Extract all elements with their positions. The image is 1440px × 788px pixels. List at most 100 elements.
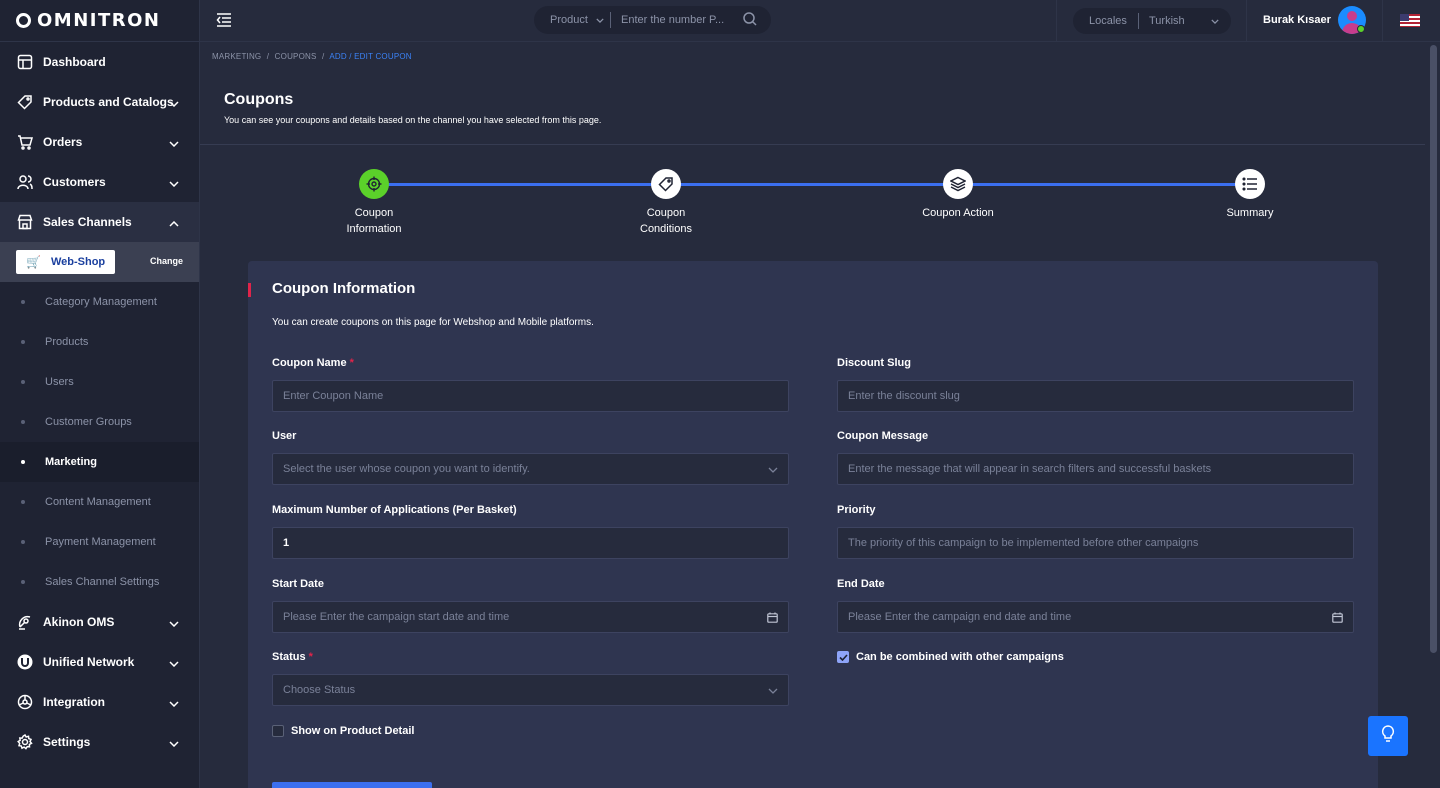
layout-icon	[16, 53, 34, 71]
sidebar-item-label: Orders	[43, 135, 83, 149]
sales-channel-selector: 🛒 Web-Shop Change	[0, 242, 199, 282]
layers-icon	[943, 169, 973, 199]
divider	[1056, 0, 1057, 42]
start-date-input[interactable]: Please Enter the campaign start date and…	[272, 601, 789, 633]
gear-icon	[16, 733, 34, 751]
breadcrumb-item[interactable]: MARKETING	[212, 52, 261, 61]
locale-label: Locales	[1073, 13, 1139, 29]
sidebar-item-label: Customers	[43, 175, 106, 189]
sidebar-subitem[interactable]: Category Management	[0, 282, 199, 322]
cart-icon	[16, 133, 34, 151]
main-content: MARKETING / COUPONS / ADD / EDIT COUPON …	[200, 43, 1425, 788]
step-label: Summary	[1226, 207, 1274, 219]
target-icon	[359, 169, 389, 199]
breadcrumb-item[interactable]: COUPONS	[275, 52, 317, 61]
avatar-head	[1347, 11, 1357, 21]
sidebar-item-dashboard[interactable]: Dashboard	[0, 42, 199, 82]
end-date-placeholder: Please Enter the campaign end date and t…	[848, 611, 1072, 623]
app-logo[interactable]: OMNITRON	[0, 0, 199, 42]
user-name[interactable]: Burak Kısaer	[1263, 14, 1331, 26]
coupon-name-label: Coupon Name *	[272, 357, 354, 369]
sidebar-subitem-label: Payment Management	[45, 536, 156, 548]
help-button[interactable]	[1368, 716, 1408, 756]
sidebar-item-integration[interactable]: Integration	[0, 682, 199, 722]
show-on-product-detail-checkbox[interactable]	[272, 725, 284, 737]
step-coupon-conditions[interactable]: Coupon Conditions	[596, 169, 736, 237]
sidebar-item-akinon-oms[interactable]: Akinon OMS	[0, 602, 199, 642]
priority-input[interactable]: The priority of this campaign to be impl…	[837, 527, 1354, 559]
bullet-icon	[21, 380, 25, 384]
checkmark-icon	[838, 653, 848, 661]
sidebar-item-label: Unified Network	[43, 655, 135, 669]
locale-select[interactable]: Locales Turkish	[1073, 8, 1231, 34]
page-scrollbar[interactable]	[1427, 43, 1440, 788]
online-status-dot	[1357, 25, 1365, 33]
status-select[interactable]: Choose Status	[272, 674, 789, 706]
sidebar-subitem[interactable]: Products	[0, 322, 199, 362]
step-label: Coupon Action	[922, 207, 994, 219]
coupon-information-card: Coupon Information You can create coupon…	[248, 261, 1378, 788]
search-type-select[interactable]: Product	[534, 12, 611, 28]
change-channel-link[interactable]: Change	[150, 256, 183, 266]
bullet-icon	[21, 420, 25, 424]
sidebar-subitem-marketing[interactable]: Marketing	[0, 442, 199, 482]
sidebar-subitem-label: Products	[45, 336, 89, 348]
chevron-down-icon	[169, 176, 179, 190]
next-step-button[interactable]	[272, 782, 432, 788]
sidebar-item-label: Products and Catalogs	[43, 95, 174, 109]
sidebar-subitem[interactable]: Users	[0, 362, 199, 402]
priority-label: Priority	[837, 504, 876, 516]
combine-campaigns-checkbox[interactable]	[837, 651, 849, 663]
step-coupon-action[interactable]: Coupon Action	[888, 169, 1028, 221]
sidebar-subitem-label: Users	[45, 376, 74, 388]
sidebar-subitem[interactable]: Sales Channel Settings	[0, 562, 199, 602]
max-applications-input[interactable]: 1	[272, 527, 789, 559]
integration-icon	[16, 693, 34, 711]
flag-icon[interactable]	[1400, 14, 1420, 27]
scrollbar-thumb[interactable]	[1430, 45, 1437, 653]
sidebar-subitem-label: Content Management	[45, 496, 151, 508]
chevron-down-icon	[169, 736, 179, 750]
sidebar-item-label: Sales Channels	[43, 215, 132, 229]
sidebar-item-orders[interactable]: Orders	[0, 122, 199, 162]
sidebar-item-settings[interactable]: Settings	[0, 722, 199, 762]
step-coupon-information[interactable]: Coupon Information	[304, 169, 444, 237]
search-input[interactable]: Enter the number P...	[611, 14, 743, 26]
calendar-icon[interactable]	[1332, 612, 1343, 626]
users-icon	[16, 173, 34, 191]
sidebar-item-label: Settings	[43, 735, 91, 749]
chevron-down-icon	[768, 685, 778, 697]
start-date-placeholder: Please Enter the campaign start date and…	[283, 611, 510, 623]
chevron-down-icon	[169, 136, 179, 150]
coupon-message-input[interactable]: Enter the message that will appear in se…	[837, 453, 1354, 485]
bullet-icon	[21, 500, 25, 504]
step-summary[interactable]: Summary	[1180, 169, 1320, 221]
chevron-down-icon	[169, 696, 179, 710]
section-description: You can create coupons on this page for …	[272, 317, 594, 328]
discount-slug-label: Discount Slug	[837, 357, 911, 369]
discount-slug-input[interactable]: Enter the discount slug	[837, 380, 1354, 412]
sidebar-item-customers[interactable]: Customers	[0, 162, 199, 202]
channel-web-shop-button[interactable]: 🛒 Web-Shop	[16, 250, 115, 274]
search-icon[interactable]	[743, 11, 757, 29]
calendar-icon[interactable]	[767, 612, 778, 626]
sidebar-item-label: Integration	[43, 695, 105, 709]
sidebar-item-label: Akinon OMS	[43, 615, 115, 629]
sidebar-subitem[interactable]: Customer Groups	[0, 402, 199, 442]
sidebar-subitem[interactable]: Payment Management	[0, 522, 199, 562]
page-header: Coupons You can see your coupons and det…	[200, 73, 1425, 145]
sidebar-subitem-label: Customer Groups	[45, 416, 132, 428]
end-date-input[interactable]: Please Enter the campaign end date and t…	[837, 601, 1354, 633]
chevron-up-icon	[169, 216, 179, 230]
sidebar-item-products-catalogs[interactable]: Products and Catalogs	[0, 82, 199, 122]
sidebar-item-sales-channels[interactable]: Sales Channels	[0, 202, 199, 242]
status-select-placeholder: Choose Status	[283, 684, 356, 696]
channel-name: Web-Shop	[50, 256, 106, 268]
bullet-icon	[21, 300, 25, 304]
sidebar-subitem[interactable]: Content Management	[0, 482, 199, 522]
bullet-icon	[21, 460, 25, 464]
sidebar-item-unified-network[interactable]: Unified Network	[0, 642, 199, 682]
user-select[interactable]: Select the user whose coupon you want to…	[272, 453, 789, 485]
menu-collapse-icon[interactable]	[216, 13, 232, 32]
coupon-name-input[interactable]: Enter Coupon Name	[272, 380, 789, 412]
